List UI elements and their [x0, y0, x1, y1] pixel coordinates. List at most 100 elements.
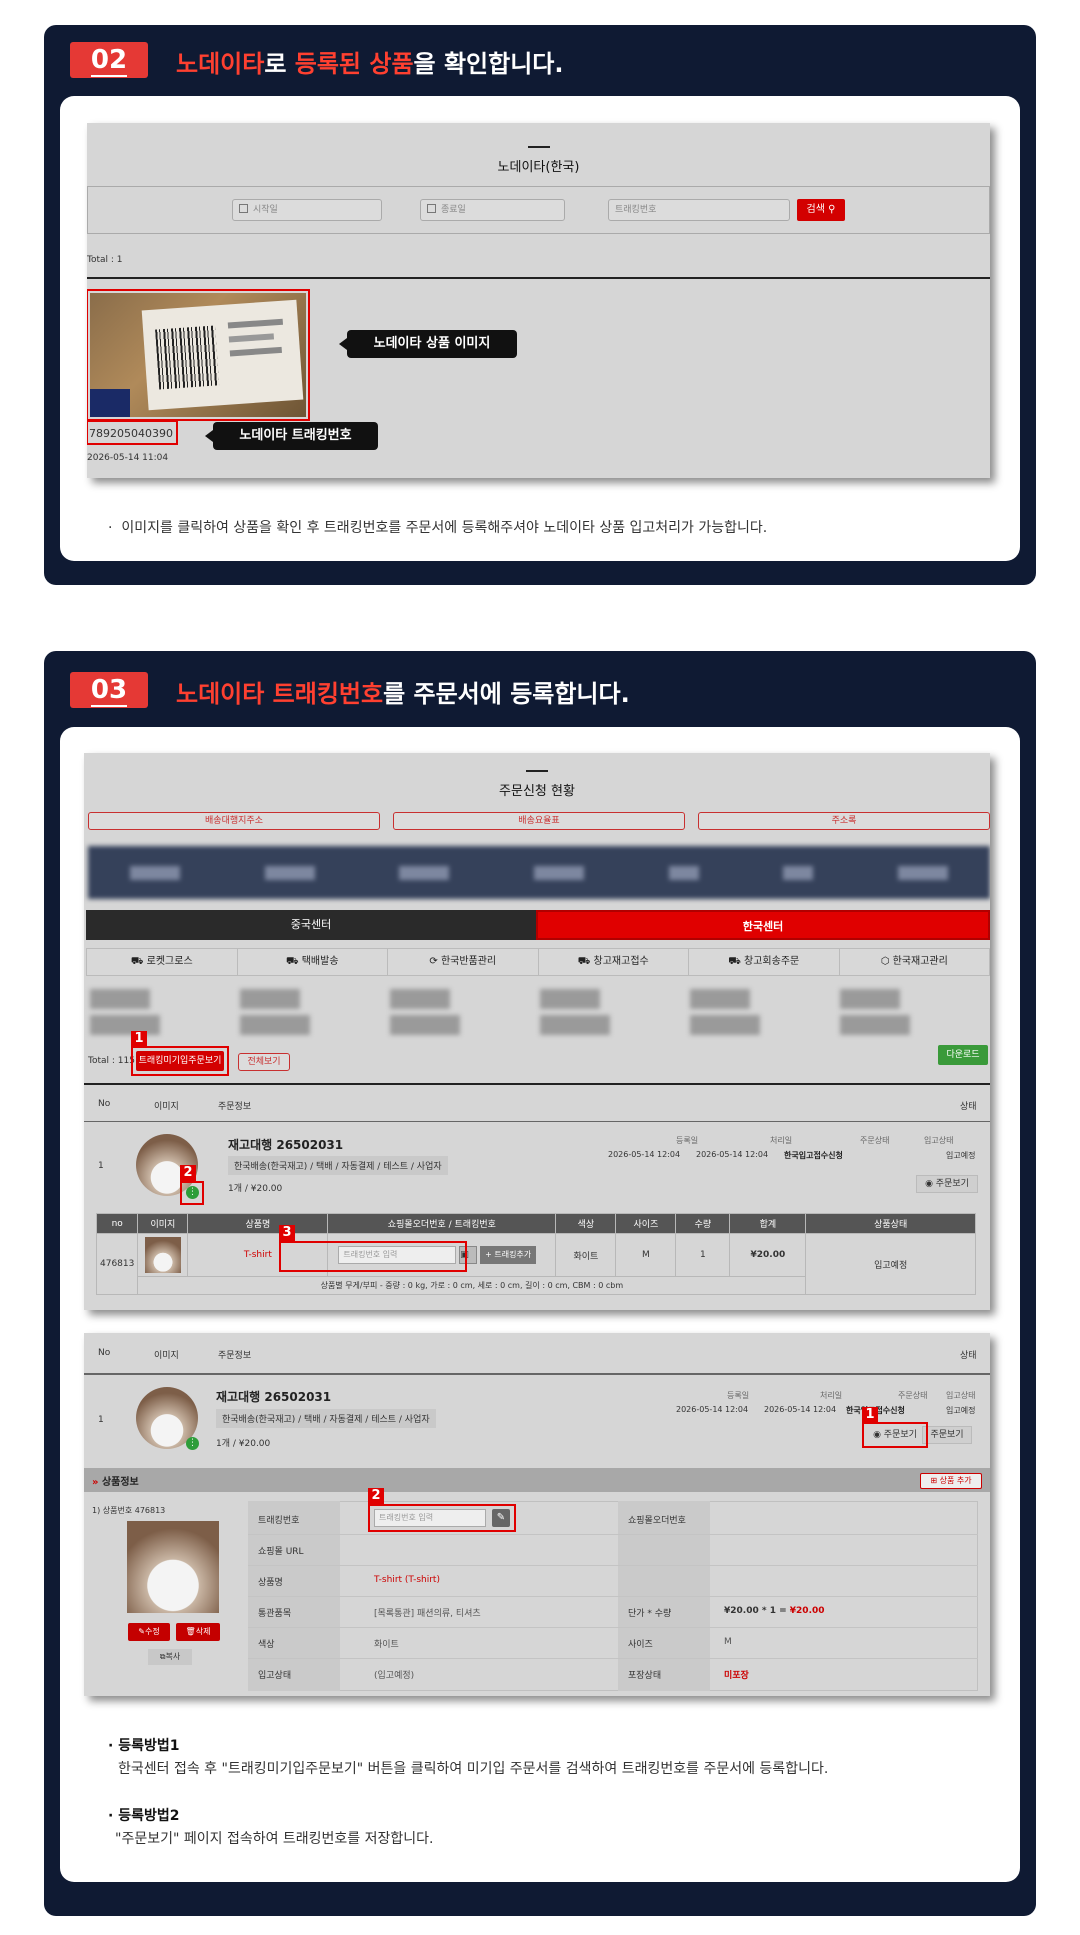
edit-button[interactable]: ✎수정	[128, 1623, 170, 1641]
order-tags: 한국배송(한국재고) / 택배 / 자동결제 / 테스트 / 사업자	[228, 1156, 448, 1175]
label-mall-url: 쇼핑몰 URL	[258, 1547, 304, 1557]
label-pack-status: 포장상태	[628, 1671, 662, 1681]
more-options-button[interactable]: ⋮	[186, 1437, 199, 1450]
section-02-note: · 이미지를 클릭하여 상품을 확인 후 트래킹번호를 주문서에 등록해주셔야 …	[108, 520, 768, 536]
step-badge-03: 03	[70, 672, 148, 708]
row-no: 1	[98, 1161, 104, 1171]
meta-value-stock-status: 입고예정	[946, 1151, 976, 1160]
trash-icon: 🗑	[185, 1627, 196, 1636]
product-info-title: » 상품정보	[92, 1477, 139, 1488]
th-order-tracking: 쇼핑몰오더번호 / 트래킹번호	[327, 1213, 557, 1234]
marker-3: 3	[279, 1225, 295, 1241]
tab-stock-management[interactable]: ⬡ 한국재고관리	[840, 949, 990, 975]
label-tracking: 트래킹번호	[258, 1516, 300, 1526]
plus-square-icon: ⊞	[930, 1476, 938, 1485]
label-price: 단가 * 수량	[628, 1609, 672, 1619]
calendar-icon	[427, 204, 436, 213]
label-product-name: 상품명	[258, 1578, 283, 1588]
col-status: 상태	[960, 1351, 977, 1361]
order-title[interactable]: 재고대행 26502031	[216, 1388, 331, 1405]
stock-status-value: (입고예정)	[374, 1671, 415, 1681]
tab-rocket-growth[interactable]: ⛟ 로켓그로스	[87, 949, 238, 975]
shipping-address-button[interactable]: 배송대행지주소	[88, 812, 380, 830]
address-book-button[interactable]: 주소록	[698, 812, 990, 830]
delete-button[interactable]: 🗑삭제	[176, 1623, 220, 1641]
tab-china-center[interactable]: 중국센터	[86, 910, 536, 940]
refresh-icon: ⟳	[429, 956, 438, 967]
meta-value-order-status: 한국입고접수신청	[784, 1151, 843, 1160]
marker-2-box	[180, 1181, 204, 1205]
step-badge-02: 02	[70, 42, 148, 78]
method1-text: 한국센터 접속 후 "트래킹미기입주문보기" 버튼을 클릭하여 미기입 주문서를…	[118, 1761, 829, 1777]
price-value: ¥20.00 * 1 = ¥20.00	[724, 1606, 825, 1616]
item-color: 화이트	[555, 1233, 617, 1277]
pencil-icon: ✎	[138, 1627, 145, 1636]
page-title: 노데이타(한국)	[87, 146, 990, 175]
view-all-button[interactable]: 전체보기	[238, 1053, 290, 1071]
download-button[interactable]: 다운로드	[938, 1045, 988, 1065]
meta-label-processed: 처리일	[770, 1136, 793, 1145]
tab-returns[interactable]: ⟳ 한국반품관리	[388, 949, 539, 975]
col-no: No	[98, 1348, 111, 1358]
marker-2b: 2	[368, 1488, 384, 1504]
section-03-heading: 노데이타 트래킹번호를 주문서에 등록합니다.	[176, 680, 630, 708]
row-divider	[248, 1534, 978, 1535]
shipping-rates-button[interactable]: 배송요율표	[393, 812, 685, 830]
detail-thumbnail[interactable]	[127, 1521, 219, 1613]
status-counts-blurred	[90, 983, 985, 1035]
item-no: 476813	[95, 1233, 139, 1295]
start-date-input[interactable]: 시작일	[232, 199, 382, 221]
row-divider	[248, 1658, 978, 1659]
item-dimensions: 상품별 무게/부피 - 중량 : 0 kg, 가로 : 0 cm, 세로 : 0…	[137, 1276, 807, 1295]
divider	[84, 1373, 990, 1375]
tab-korea-center[interactable]: 한국센터	[536, 910, 990, 940]
copy-button[interactable]: ⧉복사	[148, 1649, 192, 1665]
col-image: 이미지	[154, 1351, 179, 1361]
item-status: 입고예정	[805, 1233, 976, 1295]
marker-1-box	[131, 1046, 229, 1076]
tracking-search-input[interactable]: 트래킹번호	[608, 199, 790, 221]
item-no-label: 1) 상품번호 476813	[92, 1506, 166, 1515]
eye-icon: ◉	[925, 1179, 933, 1189]
product-info-bar	[84, 1468, 990, 1492]
search-button[interactable]: 검색 ⚲	[797, 199, 845, 221]
meta-label-registered: 등록일	[676, 1136, 699, 1145]
marker-2: 2	[180, 1165, 196, 1181]
marker-1b-box	[862, 1422, 928, 1448]
item-thumbnail[interactable]	[144, 1237, 181, 1273]
method2-text: "주문보기" 페이지 접속하여 트래킹번호를 저장합니다.	[115, 1831, 434, 1847]
divider	[84, 1083, 990, 1085]
tab-warehouse-return[interactable]: ⛟ 창고회송주문	[689, 949, 840, 975]
order-title[interactable]: 재고대행 26502031	[228, 1136, 343, 1153]
end-date-input[interactable]: 종료일	[420, 199, 565, 221]
meta-label-processed: 처리일	[820, 1391, 843, 1400]
item-size: M	[615, 1233, 677, 1277]
col-no: No	[98, 1099, 111, 1109]
order-status-screen: 주문신청 현황 배송대행지주소 배송요율표 주소록 중국센터 한국센터 ⛟ 로켓…	[84, 753, 990, 1310]
summary-stats-blurred	[88, 846, 990, 899]
th-no: no	[95, 1213, 139, 1234]
order-tags: 한국배송(한국재고) / 택배 / 자동결제 / 테스트 / 사업자	[216, 1409, 436, 1428]
image-highlight	[87, 289, 310, 421]
tab-parcel[interactable]: ⛟ 택배발송	[238, 949, 388, 975]
col-info: 주문정보	[218, 1102, 252, 1112]
add-product-button[interactable]: ⊞ 상품 추가	[920, 1473, 982, 1489]
total-count: Total : 1	[87, 255, 123, 265]
view-order-button-secondary[interactable]: 주문보기	[922, 1426, 972, 1444]
product-name-value: T-shirt (T-shirt)	[374, 1575, 440, 1585]
box-icon: ⬡	[880, 956, 890, 967]
truck-icon: ⛟	[577, 956, 591, 967]
meta-label-stock-status: 입고상태	[924, 1136, 954, 1145]
item-qty: 1	[675, 1233, 731, 1277]
th-qty: 수량	[675, 1213, 731, 1234]
view-order-button[interactable]: ◉ 주문보기	[916, 1175, 978, 1193]
marker-1b: 1	[862, 1407, 878, 1423]
add-tracking-button[interactable]: + 트래킹추가	[480, 1246, 537, 1264]
calendar-icon	[239, 204, 248, 213]
tab-warehouse-intake[interactable]: ⛟ 창고재고접수	[539, 949, 689, 975]
divider	[87, 277, 990, 279]
marker-3-box	[279, 1241, 467, 1272]
label-size: 사이즈	[628, 1640, 653, 1650]
registered-date: 2026-05-14 11:04	[87, 453, 169, 463]
th-color: 색상	[555, 1213, 617, 1234]
